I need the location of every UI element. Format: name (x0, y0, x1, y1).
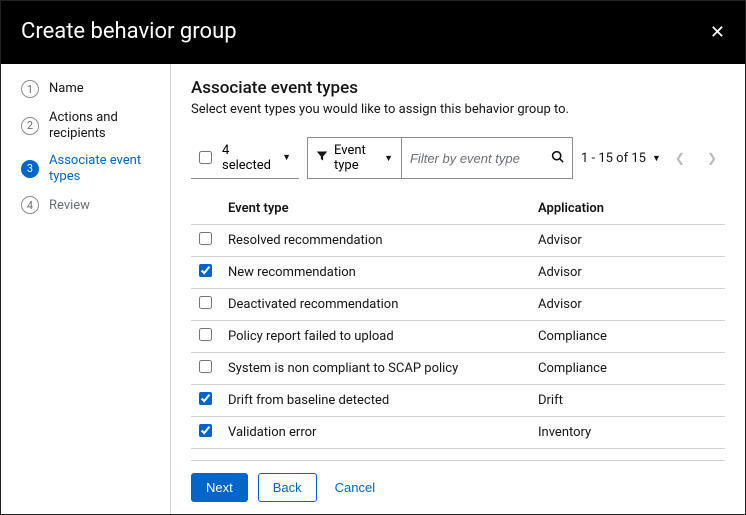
row-checkbox[interactable] (199, 264, 212, 277)
table-header-checkbox (191, 193, 220, 225)
pagination-range: 1 - 15 of 15 (581, 151, 646, 166)
row-event-type: System is non compliant to SCAP policy (220, 353, 530, 385)
table-row: New recommendationAdvisor (191, 257, 725, 289)
row-application: Advisor (530, 257, 725, 289)
row-checkbox[interactable] (199, 392, 212, 405)
modal-body: 1 Name 2 Actions and recipients 3 Associate e… (1, 64, 745, 514)
row-application: Inventory (530, 417, 725, 449)
filter-input-group (401, 137, 573, 179)
wizard-step-label: Associate event types (49, 153, 162, 184)
row-application: Advisor (530, 225, 725, 257)
toolbar: 4 selected ▼ Event type ▼ (191, 137, 725, 179)
wizard-nav: 1 Name 2 Actions and recipients 3 Associate e… (1, 64, 171, 514)
row-application: Drift (530, 385, 725, 417)
close-button[interactable]: ✕ (710, 23, 725, 41)
table-row: Validation errorInventory (191, 417, 725, 449)
row-application: Compliance (530, 321, 725, 353)
wizard-step-3[interactable]: 3 Associate event types (1, 147, 170, 190)
table-header-event: Event type (220, 193, 530, 225)
table-row: Detected MalwareMalware (191, 449, 725, 451)
row-event-type: Resolved recommendation (220, 225, 530, 257)
row-application: Compliance (530, 353, 725, 385)
table-row: Drift from baseline detectedDrift (191, 385, 725, 417)
modal: Create behavior group ✕ 1 Name 2 Actions an… (1, 1, 745, 514)
section-description: Select event types you would like to ass… (191, 102, 725, 117)
bulk-select-label: 4 selected (222, 143, 276, 173)
row-checkbox[interactable] (199, 232, 212, 245)
next-button[interactable]: Next (191, 473, 248, 502)
wizard-step-number: 4 (21, 196, 39, 214)
row-checkbox[interactable] (199, 296, 212, 309)
caret-down-icon: ▼ (384, 153, 393, 164)
wizard-step-1[interactable]: 1 Name (1, 74, 170, 104)
table-row: Deactivated recommendationAdvisor (191, 289, 725, 321)
row-checkbox[interactable] (199, 360, 212, 373)
close-icon: ✕ (710, 22, 725, 42)
wizard-step-4[interactable]: 4 Review (1, 190, 170, 220)
caret-down-icon: ▼ (282, 152, 291, 163)
filter-type-dropdown[interactable]: Event type ▼ (307, 137, 401, 179)
wizard-step-label: Actions and recipients (49, 110, 162, 141)
table-row: Resolved recommendationAdvisor (191, 225, 725, 257)
bulk-select-checkbox[interactable] (199, 151, 212, 164)
filter-icon (316, 150, 328, 166)
modal-title: Create behavior group (21, 19, 237, 44)
filter-type-label: Event type (334, 143, 378, 173)
row-event-type: New recommendation (220, 257, 530, 289)
table-scroll: Event type Application Resolved recommen… (191, 193, 725, 450)
back-button[interactable]: Back (258, 473, 317, 502)
table-row: Policy report failed to uploadCompliance (191, 321, 725, 353)
row-application: Malware (530, 449, 725, 451)
row-application: Advisor (530, 289, 725, 321)
wizard-step-label: Name (49, 81, 84, 97)
row-event-type: Detected Malware (220, 449, 530, 451)
cancel-button[interactable]: Cancel (327, 474, 383, 501)
pagination-prev-button[interactable]: ❮ (667, 149, 693, 167)
wizard-footer: Next Back Cancel (191, 460, 725, 514)
row-checkbox[interactable] (199, 424, 212, 437)
wizard-step-label: Review (49, 198, 90, 214)
filter-input[interactable] (402, 146, 572, 171)
row-event-type: Validation error (220, 417, 530, 449)
event-types-table: Event type Application Resolved recommen… (191, 193, 725, 450)
row-event-type: Drift from baseline detected (220, 385, 530, 417)
wizard-step-number: 1 (21, 80, 39, 98)
wizard-step-2[interactable]: 2 Actions and recipients (1, 104, 170, 147)
modal-header: Create behavior group ✕ (1, 1, 745, 64)
pagination-per-page-toggle[interactable]: ▼ (652, 153, 661, 164)
row-event-type: Deactivated recommendation (220, 289, 530, 321)
row-event-type: Policy report failed to upload (220, 321, 530, 353)
bulk-select-dropdown[interactable]: 4 selected ▼ (191, 138, 299, 179)
wizard-step-number: 3 (21, 160, 39, 178)
pagination-next-button[interactable]: ❯ (699, 149, 725, 167)
row-checkbox[interactable] (199, 328, 212, 341)
table-row: System is non compliant to SCAP policyCo… (191, 353, 725, 385)
section-title: Associate event types (191, 78, 725, 98)
table-header-application: Application (530, 193, 725, 225)
pagination: 1 - 15 of 15 ▼ ❮ ❯ (581, 149, 725, 167)
content-panel: Associate event types Select event types… (171, 64, 745, 514)
wizard-step-number: 2 (21, 117, 39, 135)
